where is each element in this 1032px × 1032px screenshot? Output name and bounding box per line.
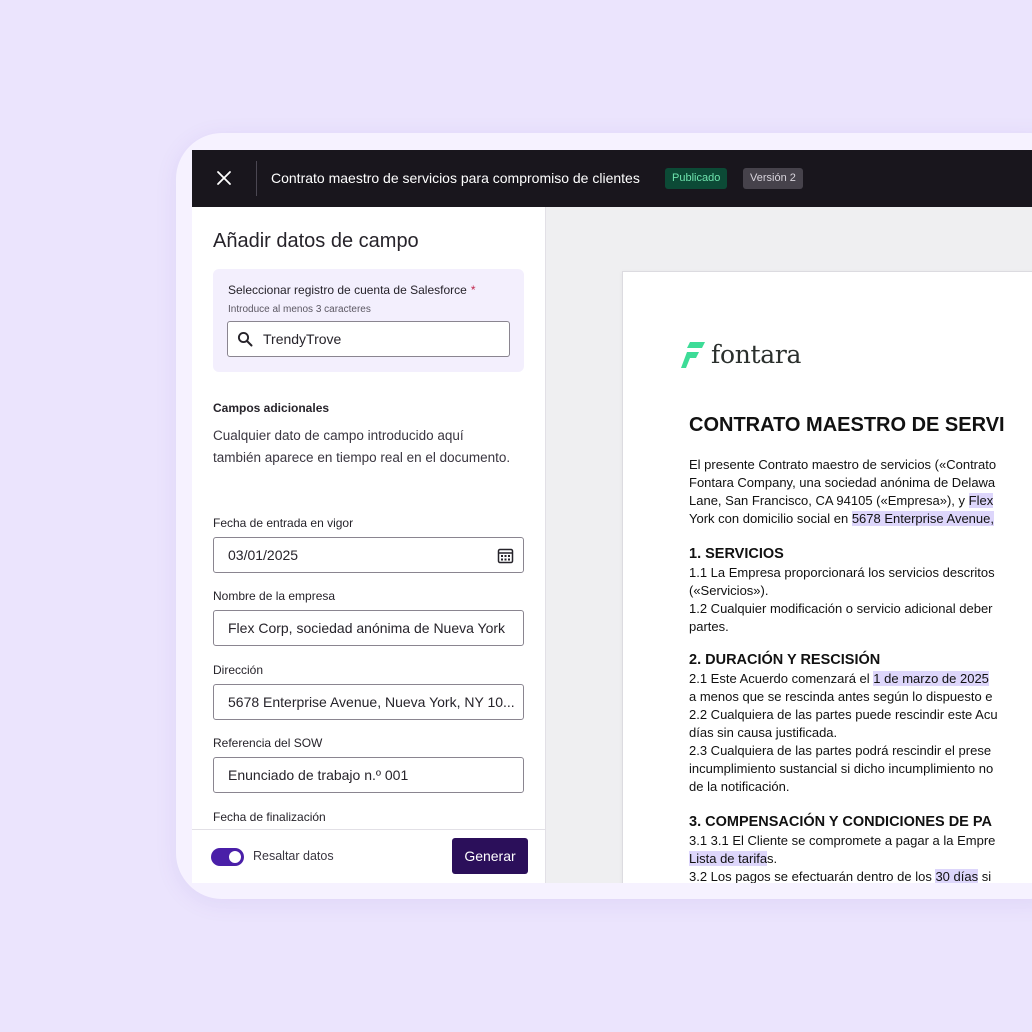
intro-line: Fontara Company, una sociedad anónima de…: [689, 475, 996, 490]
highlighted-days: 30 días: [935, 869, 979, 883]
section-text: s.: [767, 851, 778, 866]
highlight-toggle-label: Resaltar datos: [253, 849, 334, 863]
document-heading: CONTRATO MAESTRO DE SERVI: [689, 414, 1005, 436]
close-button[interactable]: [212, 166, 236, 190]
section-line: 2.3 Cualquiera de las partes podrá resci…: [689, 743, 992, 758]
effective-date-input[interactable]: [228, 538, 496, 572]
highlighted-address: 5678 Enterprise Avenue,: [851, 511, 994, 526]
search-icon: [237, 331, 253, 347]
additional-fields-description: Cualquier dato de campo introducido aquí…: [213, 428, 511, 465]
salesforce-search-field[interactable]: [227, 321, 510, 357]
section-text: 3.2 Los pagos se efectuarán dentro de lo…: [689, 869, 936, 883]
highlighted-date: 1 de marzo de 2025: [873, 671, 989, 686]
salesforce-search-input[interactable]: [263, 322, 503, 356]
sow-reference-label: Referencia del SOW: [213, 736, 323, 750]
additional-fields-title: Campos adicionales: [213, 401, 330, 415]
address-field[interactable]: [213, 684, 524, 720]
fontara-logo: fontara: [681, 340, 801, 369]
highlight-toggle[interactable]: [211, 848, 244, 866]
section-line: 2.2 Cualquiera de las partes puede resci…: [689, 707, 998, 722]
end-date-label: Fecha de finalización: [213, 810, 326, 824]
salesforce-account-box: Seleccionar registro de cuenta de Salesf…: [213, 269, 524, 372]
panel-heading: Añadir datos de campo: [213, 230, 419, 252]
toggle-knob: [229, 851, 241, 863]
intro-line: El presente Contrato maestro de servicio…: [689, 457, 997, 472]
company-name-field[interactable]: [213, 610, 524, 646]
highlighted-company: Flex: [968, 493, 994, 508]
divider: [256, 161, 257, 196]
section-line: 2.1 Este Acuerdo comenzará el 1 de marzo…: [689, 670, 989, 688]
section-heading: 2. DURACIÓN Y RESCISIÓN: [689, 652, 881, 668]
document-preview[interactable]: fontara CONTRATO MAESTRO DE SERVI El pre…: [546, 207, 1032, 883]
required-mark: *: [470, 283, 476, 297]
document-page: fontara CONTRATO MAESTRO DE SERVI El pre…: [622, 271, 1032, 883]
company-name-input[interactable]: [228, 611, 518, 645]
salesforce-label-text: Seleccionar registro de cuenta de Salesf…: [228, 283, 467, 297]
address-input[interactable]: [228, 685, 518, 719]
section-line: partes.: [689, 619, 729, 634]
intro-line: York con domicilio social en 5678 Enterp…: [689, 510, 994, 528]
intro-text: York con domicilio social en: [689, 511, 852, 526]
top-bar: Contrato maestro de servicios para compr…: [192, 150, 1032, 207]
company-name-label: Nombre de la empresa: [213, 589, 336, 603]
section-line: de la notificación.: [689, 779, 790, 794]
field-data-panel: Añadir datos de campo Seleccionar regist…: [192, 207, 546, 883]
section-line: 1.1 La Empresa proporcionará los servici…: [689, 565, 995, 580]
calendar-icon[interactable]: [497, 547, 514, 564]
section-heading: 1. SERVICIOS: [689, 546, 784, 562]
app-window: Contrato maestro de servicios para compr…: [192, 150, 1032, 883]
document-title: Contrato maestro de servicios para compr…: [271, 170, 640, 186]
salesforce-label: Seleccionar registro de cuenta de Salesf…: [228, 283, 475, 297]
section-line: a menos que se rescinda antes según lo d…: [689, 689, 993, 704]
section-text: si: [978, 869, 992, 883]
section-line: («Servicios»).: [689, 583, 769, 598]
version-badge: Versión 2: [743, 168, 803, 189]
section-heading: 3. COMPENSACIÓN Y CONDICIONES DE PA: [689, 814, 992, 830]
logo-wordmark: fontara: [711, 340, 802, 369]
section-line: 3.1 3.1 El Cliente se compromete a pagar…: [689, 833, 996, 848]
generate-button[interactable]: Generar: [452, 838, 528, 874]
sow-reference-field[interactable]: [213, 757, 524, 793]
section-line: 1.2 Cualquier modificación o servicio ad…: [689, 601, 993, 616]
section-line: incumplimiento sustancial si dicho incum…: [689, 761, 994, 776]
intro-line: Lane, San Francisco, CA 94105 («Empresa»…: [689, 492, 994, 510]
status-badge: Publicado: [665, 168, 728, 189]
sow-reference-input[interactable]: [228, 758, 496, 792]
effective-date-label: Fecha de entrada en vigor: [213, 516, 354, 530]
close-icon: [217, 171, 231, 185]
fontara-logo-icon: [681, 341, 705, 368]
section-text: 2.1 Este Acuerdo comenzará el: [689, 671, 874, 686]
salesforce-hint: Introduce al menos 3 caracteres: [228, 304, 371, 315]
intro-text: Lane, San Francisco, CA 94105 («Empresa»…: [689, 493, 969, 508]
section-line: 3.2 Los pagos se efectuarán dentro de lo…: [689, 868, 991, 883]
panel-footer: Resaltar datos Generar: [192, 829, 545, 883]
highlighted-rate-list: Lista de tarifa: [689, 851, 768, 866]
effective-date-field[interactable]: [213, 537, 524, 573]
section-line: Lista de tarifas.: [689, 850, 777, 868]
section-line: días sin causa justificada.: [689, 725, 838, 740]
address-label: Dirección: [213, 663, 264, 677]
